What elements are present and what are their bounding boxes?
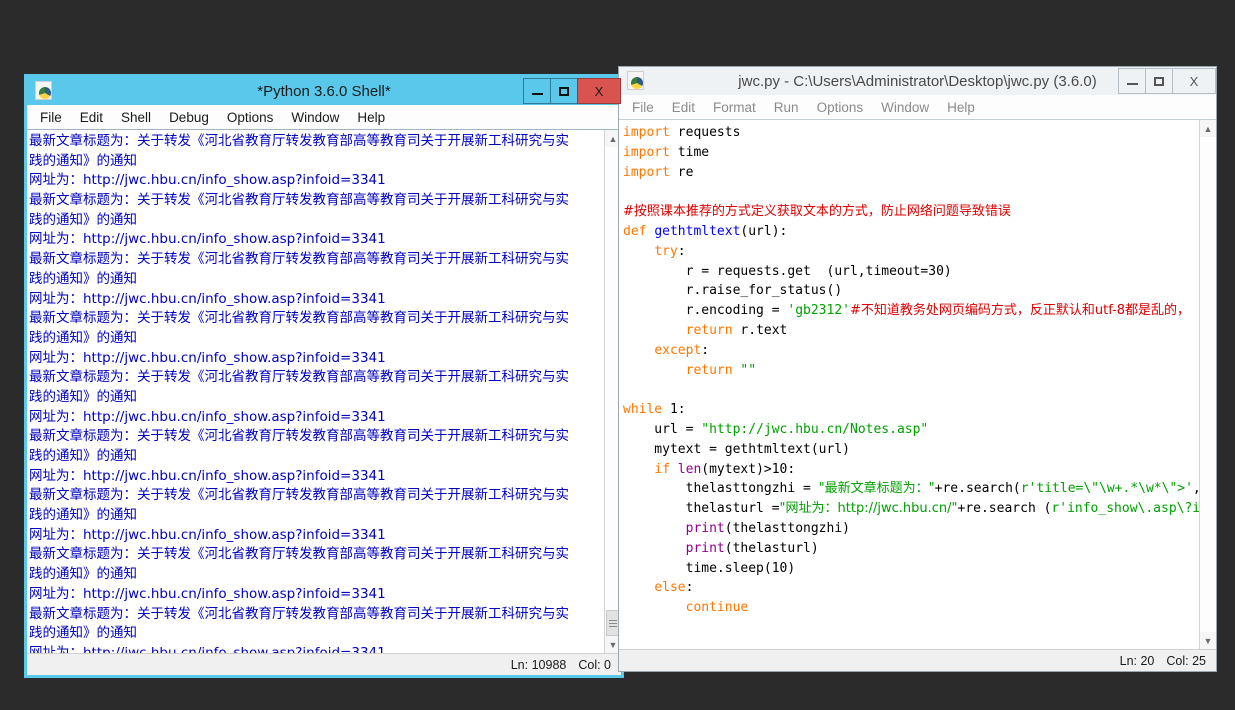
shell-output-line: 网址为：http://jwc.hbu.cn/info_show.asp?info… [29, 231, 386, 248]
scroll-down-icon[interactable]: ▼ [1200, 632, 1216, 649]
editor-code-line: time.sleep(10) [623, 560, 796, 576]
python-shell-window[interactable]: *Python 3.6.0 Shell* X File Edit Shell D… [24, 74, 624, 678]
shell-output-line: 践的通知》的通知 [29, 625, 137, 642]
shell-text-area[interactable]: 最新文章标题为：关于转发《河北省教育厅转发教育部高等教育司关于开展新工科研究与实… [27, 129, 621, 653]
editor-code-line: r.raise_for_status() [623, 283, 843, 299]
shell-menubar[interactable]: File Edit Shell Debug Options Window Hel… [27, 105, 621, 129]
menu-file[interactable]: File [623, 98, 663, 117]
menu-window[interactable]: Window [872, 98, 938, 117]
editor-vertical-scrollbar[interactable]: ▲ ▼ [1199, 120, 1216, 649]
shell-output-line: 网址为：http://jwc.hbu.cn/info_show.asp?info… [29, 408, 386, 425]
python-editor-window[interactable]: jwc.py - C:\Users\Administrator\Desktop\… [618, 66, 1217, 672]
editor-line-indicator: Ln: 20 [1119, 653, 1155, 668]
editor-statusbar: Ln: 20 Col: 25 [619, 649, 1216, 671]
python-logo-icon [31, 78, 57, 104]
editor-window-controls[interactable]: X [1118, 68, 1216, 94]
menu-run[interactable]: Run [765, 98, 808, 117]
editor-code-line: if len(mytext)>10: [654, 461, 796, 477]
menu-edit[interactable]: Edit [71, 108, 112, 127]
editor-code-line: try: [654, 243, 686, 259]
editor-code-line: return r.text [685, 322, 788, 338]
editor-col-indicator: Col: 25 [1166, 653, 1206, 668]
editor-code-line [623, 380, 1199, 400]
menu-help[interactable]: Help [348, 108, 394, 127]
shell-output-line: 网址为：http://jwc.hbu.cn/info_show.asp?info… [29, 644, 386, 653]
shell-output-line: 最新文章标题为：关于转发《河北省教育厅转发教育部高等教育司关于开展新工科研究与实 [29, 369, 569, 386]
editor-code-line: import re [623, 164, 694, 180]
shell-output-line: 践的通知》的通知 [29, 388, 137, 405]
shell-output-line: 最新文章标题为：关于转发《河北省教育厅转发教育部高等教育司关于开展新工科研究与实 [29, 428, 569, 445]
editor-code-line: r = requests.get (url,timeout=30) [623, 263, 952, 279]
shell-output-line: 网址为：http://jwc.hbu.cn/info_show.asp?info… [29, 585, 386, 602]
shell-output-line: 践的通知》的通知 [29, 152, 137, 169]
editor-code-line: continue [685, 600, 749, 616]
shell-output-line: 最新文章标题为：关于转发《河北省教育厅转发教育部高等教育司关于开展新工科研究与实 [29, 605, 569, 622]
shell-output-line: 践的通知》的通知 [29, 270, 137, 287]
maximize-button[interactable] [550, 78, 578, 104]
shell-output-line: 网址为：http://jwc.hbu.cn/info_show.asp?info… [29, 526, 386, 543]
editor-text-area[interactable]: import requests import time import re #按照课… [619, 119, 1216, 649]
shell-output-line: 最新文章标题为：关于转发《河北省教育厅转发教育部高等教育司关于开展新工科研究与实 [29, 310, 569, 327]
editor-code-line: print(thelasttongzhi) [685, 520, 850, 536]
editor-code-line: print(thelasturl) [685, 540, 819, 556]
editor-code-line: url = "http://jwc.hbu.cn/Notes.asp" [623, 421, 929, 437]
editor-code-line: mytext = gethtmltext(url) [623, 441, 850, 457]
shell-output-line: 践的通知》的通知 [29, 448, 137, 464]
shell-output-line: 网址为：http://jwc.hbu.cn/info_show.asp?info… [29, 290, 386, 307]
shell-output[interactable]: 最新文章标题为：关于转发《河北省教育厅转发教育部高等教育司关于开展新工科研究与实… [27, 130, 604, 653]
shell-output-line: 践的通知》的通知 [29, 211, 137, 228]
menu-file[interactable]: File [31, 108, 71, 127]
editor-code-line: r.encoding = 'gb2312'#不知道教务处网页编码方式，反正默认和… [623, 303, 1191, 319]
python-logo-icon [623, 68, 649, 94]
editor-code-line: #按照课本推荐的方式定义获取文本的方式，防止网络问题导致错误 [623, 204, 1011, 220]
editor-code-line: thelasttongzhi = "最新文章标题为："+re.search(r'… [623, 481, 1199, 497]
menu-format[interactable]: Format [704, 98, 765, 117]
shell-output-line: 网址为：http://jwc.hbu.cn/info_show.asp?info… [29, 467, 386, 484]
menu-help[interactable]: Help [938, 98, 984, 117]
shell-output-line: 最新文章标题为：关于转发《河北省教育厅转发教育部高等教育司关于开展新工科研究与实 [29, 251, 569, 268]
menu-options[interactable]: Options [218, 108, 283, 127]
menu-edit[interactable]: Edit [663, 98, 704, 117]
editor-code-line: def gethtmltext(url): [623, 223, 788, 239]
editor-code-line: else: [654, 580, 694, 596]
editor-scroll-track[interactable] [1200, 137, 1216, 632]
close-button[interactable]: X [1172, 68, 1216, 94]
minimize-button[interactable] [1118, 68, 1146, 94]
editor-titlebar[interactable]: jwc.py - C:\Users\Administrator\Desktop\… [619, 67, 1216, 95]
shell-col-indicator: Col: 0 [578, 657, 611, 672]
desktop-background: *Python 3.6.0 Shell* X File Edit Shell D… [0, 0, 1235, 710]
shell-window-controls[interactable]: X [523, 78, 621, 104]
menu-window[interactable]: Window [282, 108, 348, 127]
shell-output-line: 最新文章标题为：关于转发《河北省教育厅转发教育部高等教育司关于开展新工科研究与实 [29, 546, 569, 563]
editor-code-line: thelasturl ="网址为：http://jwc.hbu.cn/"+re.… [623, 501, 1199, 517]
menu-options[interactable]: Options [808, 98, 873, 117]
editor-code-line: import requests [623, 125, 741, 140]
editor-code[interactable]: import requests import time import re #按照课… [619, 120, 1199, 649]
shell-output-line: 践的通知》的通知 [29, 566, 137, 583]
scroll-up-icon[interactable]: ▲ [1200, 120, 1216, 137]
close-button[interactable]: X [577, 78, 621, 104]
editor-code-line: return "" [685, 362, 757, 378]
shell-output-line: 最新文章标题为：关于转发《河北省教育厅转发教育部高等教育司关于开展新工科研究与实 [29, 192, 569, 209]
shell-output-line: 网址为：http://jwc.hbu.cn/info_show.asp?info… [29, 349, 386, 366]
editor-code-line: except: [654, 342, 710, 358]
shell-titlebar[interactable]: *Python 3.6.0 Shell* X [27, 77, 621, 105]
shell-output-line: 网址为：http://jwc.hbu.cn/info_show.asp?info… [29, 172, 386, 189]
shell-line-indicator: Ln: 10988 [510, 657, 567, 672]
editor-code-line [623, 182, 1199, 202]
editor-menubar[interactable]: File Edit Format Run Options Window Help [619, 95, 1216, 119]
shell-output-line: 最新文章标题为：关于转发《河北省教育厅转发教育部高等教育司关于开展新工科研究与实 [29, 133, 569, 149]
maximize-button[interactable] [1145, 68, 1173, 94]
menu-debug[interactable]: Debug [160, 108, 218, 127]
editor-code-line: while 1: [623, 402, 686, 418]
shell-output-line: 践的通知》的通知 [29, 507, 137, 524]
editor-code-line: import time [623, 144, 710, 160]
menu-shell[interactable]: Shell [112, 108, 160, 127]
shell-output-line: 最新文章标题为：关于转发《河北省教育厅转发教育部高等教育司关于开展新工科研究与实 [29, 487, 569, 504]
minimize-button[interactable] [523, 78, 551, 104]
shell-statusbar: Ln: 10988 Col: 0 [27, 653, 621, 675]
shell-output-line: 践的通知》的通知 [29, 329, 137, 346]
